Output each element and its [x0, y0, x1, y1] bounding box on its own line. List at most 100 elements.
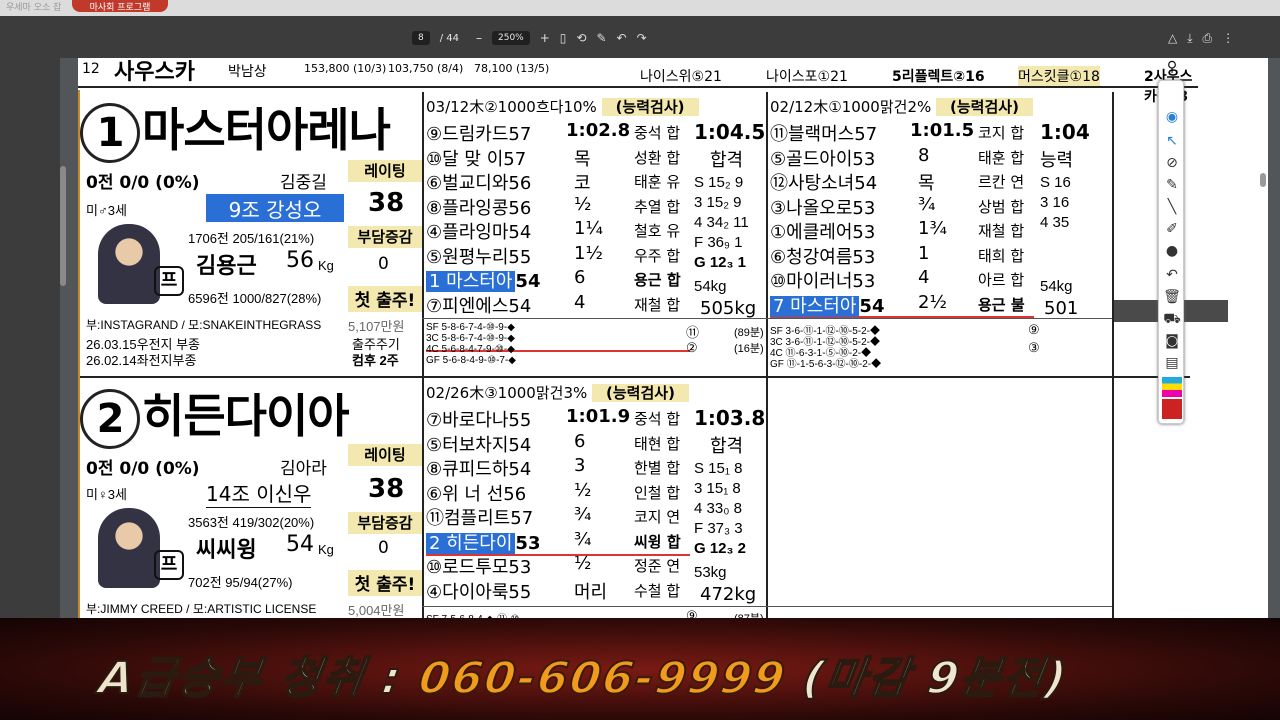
result-row: ⑤터보차지54	[426, 431, 531, 457]
page-indicator: 8 / 44	[412, 29, 459, 47]
color-swatch[interactable]	[1162, 399, 1182, 419]
dot-icon[interactable]: ●	[1162, 243, 1182, 263]
result-row: ③나올오로53	[770, 194, 875, 220]
cursor-icon[interactable]: ↖	[1162, 133, 1182, 153]
horse-entry-1: 1 마스터아레나 0전 0/0 (0%) 김중길 레이팅 38 미♂3세 9조 강…	[80, 92, 1190, 378]
horse-2-rating: 38	[368, 474, 405, 504]
zoom-out-button[interactable]: –	[476, 31, 482, 45]
result-horse: ⑩로드투모53	[426, 557, 532, 578]
zoom-level[interactable]: 250%	[492, 31, 530, 45]
annotation-toolbar: ⚲ ◉ ↖ ⊘ ✎ ╲ ✐ ● ↶ 🗑 ⛟ ◙ ▤	[1158, 59, 1184, 424]
h2r1-g: G 12₃ 2	[694, 540, 746, 557]
redo-icon[interactable]: ↷	[637, 31, 647, 45]
prev-stat-1: 153,800 (10/3)	[304, 62, 387, 75]
result-horse: ⑤골드아이53	[770, 148, 876, 170]
result-margin: 1:02.8	[566, 120, 631, 141]
prev-race-2: 나이스포①21	[766, 69, 848, 85]
promo-text: A급승부 청취 : 060-606-9999 (마감 9분전)	[95, 642, 1073, 706]
marker-icon[interactable]: ✐	[1162, 221, 1182, 241]
result-jockey: 아르 합	[978, 271, 1025, 289]
promo-banner: A급승부 청취 : 060-606-9999 (마감 9분전)	[0, 618, 1280, 720]
horse-2-burden-label: 부담증감	[348, 512, 422, 534]
zoom-in-button[interactable]: +	[540, 31, 550, 45]
more-menu-icon[interactable]: ⋮	[1222, 31, 1234, 45]
divider	[766, 378, 768, 628]
fit-page-icon[interactable]: ▯	[560, 31, 567, 45]
horse-1-jockey[interactable]: 9조 강성오	[206, 194, 344, 222]
eye-icon[interactable]: ◉	[1162, 109, 1182, 129]
h1r1-time: 1:04.5	[694, 120, 766, 144]
cart-icon[interactable]: ⛟	[1162, 311, 1182, 331]
result-margin: ¾	[574, 504, 592, 525]
result-jockey: 재철 합	[978, 222, 1025, 240]
h1r1-4c: 4 34₂ 11	[694, 214, 749, 231]
pin-icon[interactable]: ⚲	[1162, 59, 1182, 79]
undo-annotation-icon[interactable]: ↶	[1162, 267, 1182, 287]
prev-race-3: 5리플렉트②16	[892, 69, 985, 85]
divider	[766, 92, 768, 378]
h1r2-mark-2: ③	[1028, 340, 1040, 355]
horse-2-trainer-stat: 3563전 419/302(20%)	[188, 515, 315, 530]
undo-icon[interactable]: ↶	[617, 31, 627, 45]
result-jockey: 씨윙 합	[634, 532, 681, 551]
pdf-viewport[interactable]: 12 사우스카 박남상 153,800 (10/3) 103,750 (8/4)…	[0, 58, 1280, 628]
browser-tabstrip: 우세마 오소 잡 마사회 프로그램	[0, 0, 1280, 16]
horse-1-history-2: 26.02.14좌전지부종	[86, 353, 197, 368]
h1r1-p2: (16분)	[734, 343, 764, 355]
result-jockey: 용근 합	[634, 271, 681, 289]
print-icon[interactable]: ⎙	[1203, 31, 1213, 46]
divider	[422, 378, 424, 628]
h1r1-mark-2: ②	[686, 340, 698, 355]
h1r1-mark-1: ⑪	[686, 325, 700, 340]
result-weight: 54	[859, 295, 885, 317]
page-number-input[interactable]: 8	[412, 31, 430, 45]
h1r1-3c-line: 3C 5-8-6-7-4-⑩-9-◆	[426, 333, 515, 344]
result-row: ⑪블랙머스57	[770, 120, 877, 146]
trash-icon[interactable]: 🗑	[1162, 289, 1182, 309]
h1r1-tag: (능력검사)	[601, 98, 699, 116]
horse-2-trainer: 씨씨윙	[196, 538, 257, 563]
prev-race-4: 머스킷클①18	[1018, 66, 1100, 86]
h1r2-s: S 16	[1040, 174, 1071, 191]
result-row: ⑦피엔에스54	[426, 292, 531, 318]
horse-2-jockey[interactable]: 14조 이신우	[206, 478, 312, 508]
result-horse: ⑥청강여름53	[770, 246, 876, 268]
horse-2-first-start: 첫 출주!	[348, 570, 422, 596]
result-horse: ⑤원평누리55	[426, 246, 532, 268]
promo-part-1: A급승부 청취 :	[95, 652, 407, 705]
result-jockey: 태훈 유	[634, 173, 681, 191]
horse-1-name: 마스터아레나	[142, 103, 391, 157]
result-horse: ⑦피엔에스54	[426, 295, 532, 317]
rotate-icon[interactable]: ⟲	[576, 31, 586, 45]
horse-1-prize: 5,107만원	[348, 319, 405, 334]
result-row: ④다이아룩55	[426, 578, 531, 604]
color-palette-icon[interactable]	[1162, 377, 1182, 397]
result-horse: ⑩마이러너53	[770, 271, 876, 292]
download-icon[interactable]: ⤓	[1187, 31, 1192, 46]
result-row: ⑥청강여름53	[770, 243, 875, 269]
hide-icon[interactable]: ⊘	[1162, 155, 1182, 175]
camera-icon[interactable]: ◙	[1162, 333, 1182, 353]
drive-icon[interactable]: △	[1168, 31, 1177, 45]
horse-2-jockey-stat: 702전 95/94(27%)	[188, 575, 293, 590]
result-row: ⑩달 맞 이57	[426, 145, 526, 171]
h2r1-kg: 53kg	[694, 564, 727, 581]
h1r2-gf-line: GF ⑪-1-5-6-3-⑫-⑩-2-◆	[770, 359, 882, 370]
right-scrollbar[interactable]	[1260, 173, 1266, 187]
draw-icon[interactable]: ✎	[596, 31, 606, 45]
clipboard-icon[interactable]: ▤	[1162, 355, 1182, 375]
result-row: ⑤골드아이53	[770, 145, 875, 171]
horse-1-rating: 38	[368, 188, 405, 218]
h1r1-header: 03/12木②1000흐다10% (능력검사)	[426, 96, 699, 117]
result-row: 1 마스터아 54	[426, 267, 540, 293]
horse-2-number: 2	[80, 389, 140, 449]
h1r2-result: 능력	[1040, 150, 1074, 171]
line-icon[interactable]: ╲	[1162, 199, 1182, 219]
pen-icon[interactable]: ✎	[1162, 177, 1182, 197]
horse-1-trainer: 김용근	[196, 254, 257, 279]
result-row: 7 마스터아 54	[770, 292, 884, 318]
result-margin: 4	[918, 267, 930, 288]
active-tab[interactable]: 마사회 프로그램	[72, 0, 168, 13]
left-scrollbar[interactable]	[60, 166, 66, 286]
left-panel	[0, 58, 66, 620]
